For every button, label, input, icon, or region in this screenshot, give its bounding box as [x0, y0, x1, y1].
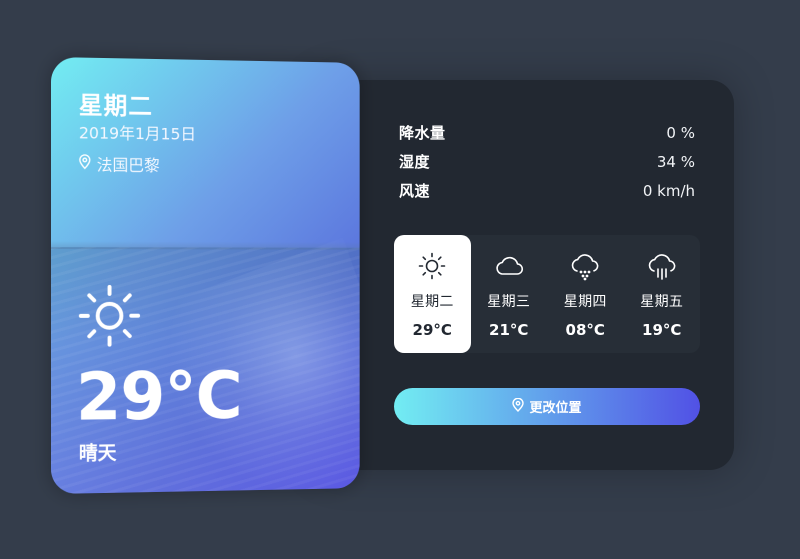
- weather-stats: 降水量 0 % 湿度 34 % 风速 0 km/h: [399, 118, 695, 205]
- cloud-rain-icon: [645, 249, 679, 283]
- day-wednesday[interactable]: 星期三 21°C: [471, 235, 548, 353]
- location-text: 法国巴黎: [96, 155, 160, 175]
- week-forecast: 星期二 29°C 星期三 21°C 星期四 08°C 星期五 19°C: [394, 235, 700, 353]
- change-location-label: 更改位置: [529, 401, 582, 416]
- day-temp: 19°C: [642, 321, 682, 339]
- stat-label: 风速: [399, 182, 431, 200]
- day-name: 星期五: [640, 294, 684, 310]
- map-pin-icon: [512, 397, 529, 416]
- day-tuesday[interactable]: 星期二 29°C: [394, 235, 471, 353]
- current-date: 2019年1月15日: [78, 123, 197, 144]
- stat-precipitation: 降水量 0 %: [399, 118, 695, 147]
- day-temp: 21°C: [489, 321, 529, 339]
- stat-value: 34 %: [656, 152, 695, 171]
- day-name: 星期三: [487, 294, 531, 310]
- stat-humidity: 湿度 34 %: [399, 147, 695, 176]
- sun-icon: [77, 283, 142, 353]
- stat-value: 0 %: [666, 123, 695, 142]
- day-thursday[interactable]: 星期四 08°C: [547, 235, 624, 353]
- current-temperature: 29°C: [75, 357, 242, 436]
- day-temp: 08°C: [565, 321, 605, 339]
- day-friday[interactable]: 星期五 19°C: [624, 235, 701, 353]
- stage: 降水量 0 % 湿度 34 % 风速 0 km/h 星期二 29°C 星期三 2…: [0, 0, 800, 559]
- day-name: 星期四: [563, 294, 607, 310]
- change-location-button[interactable]: 更改位置: [394, 388, 700, 425]
- current-location: 法国巴黎: [79, 151, 160, 176]
- stat-label: 湿度: [399, 153, 431, 171]
- weather-card: 星期二 2019年1月15日 法国巴黎 29°C 晴天: [51, 57, 360, 494]
- map-pin-icon: [79, 154, 97, 173]
- day-name: 星期二: [410, 294, 454, 310]
- info-panel: 降水量 0 % 湿度 34 % 风速 0 km/h 星期二 29°C 星期三 2…: [315, 80, 734, 470]
- current-day: 星期二: [78, 91, 153, 121]
- stat-value: 0 km/h: [642, 181, 695, 200]
- day-temp: 29°C: [412, 321, 452, 339]
- weather-description: 晴天: [78, 442, 117, 465]
- sun-icon: [415, 249, 449, 283]
- stat-label: 降水量: [399, 124, 446, 142]
- stat-wind: 风速 0 km/h: [399, 176, 695, 205]
- cloud-snow-icon: [568, 249, 602, 283]
- cloud-icon: [492, 249, 526, 283]
